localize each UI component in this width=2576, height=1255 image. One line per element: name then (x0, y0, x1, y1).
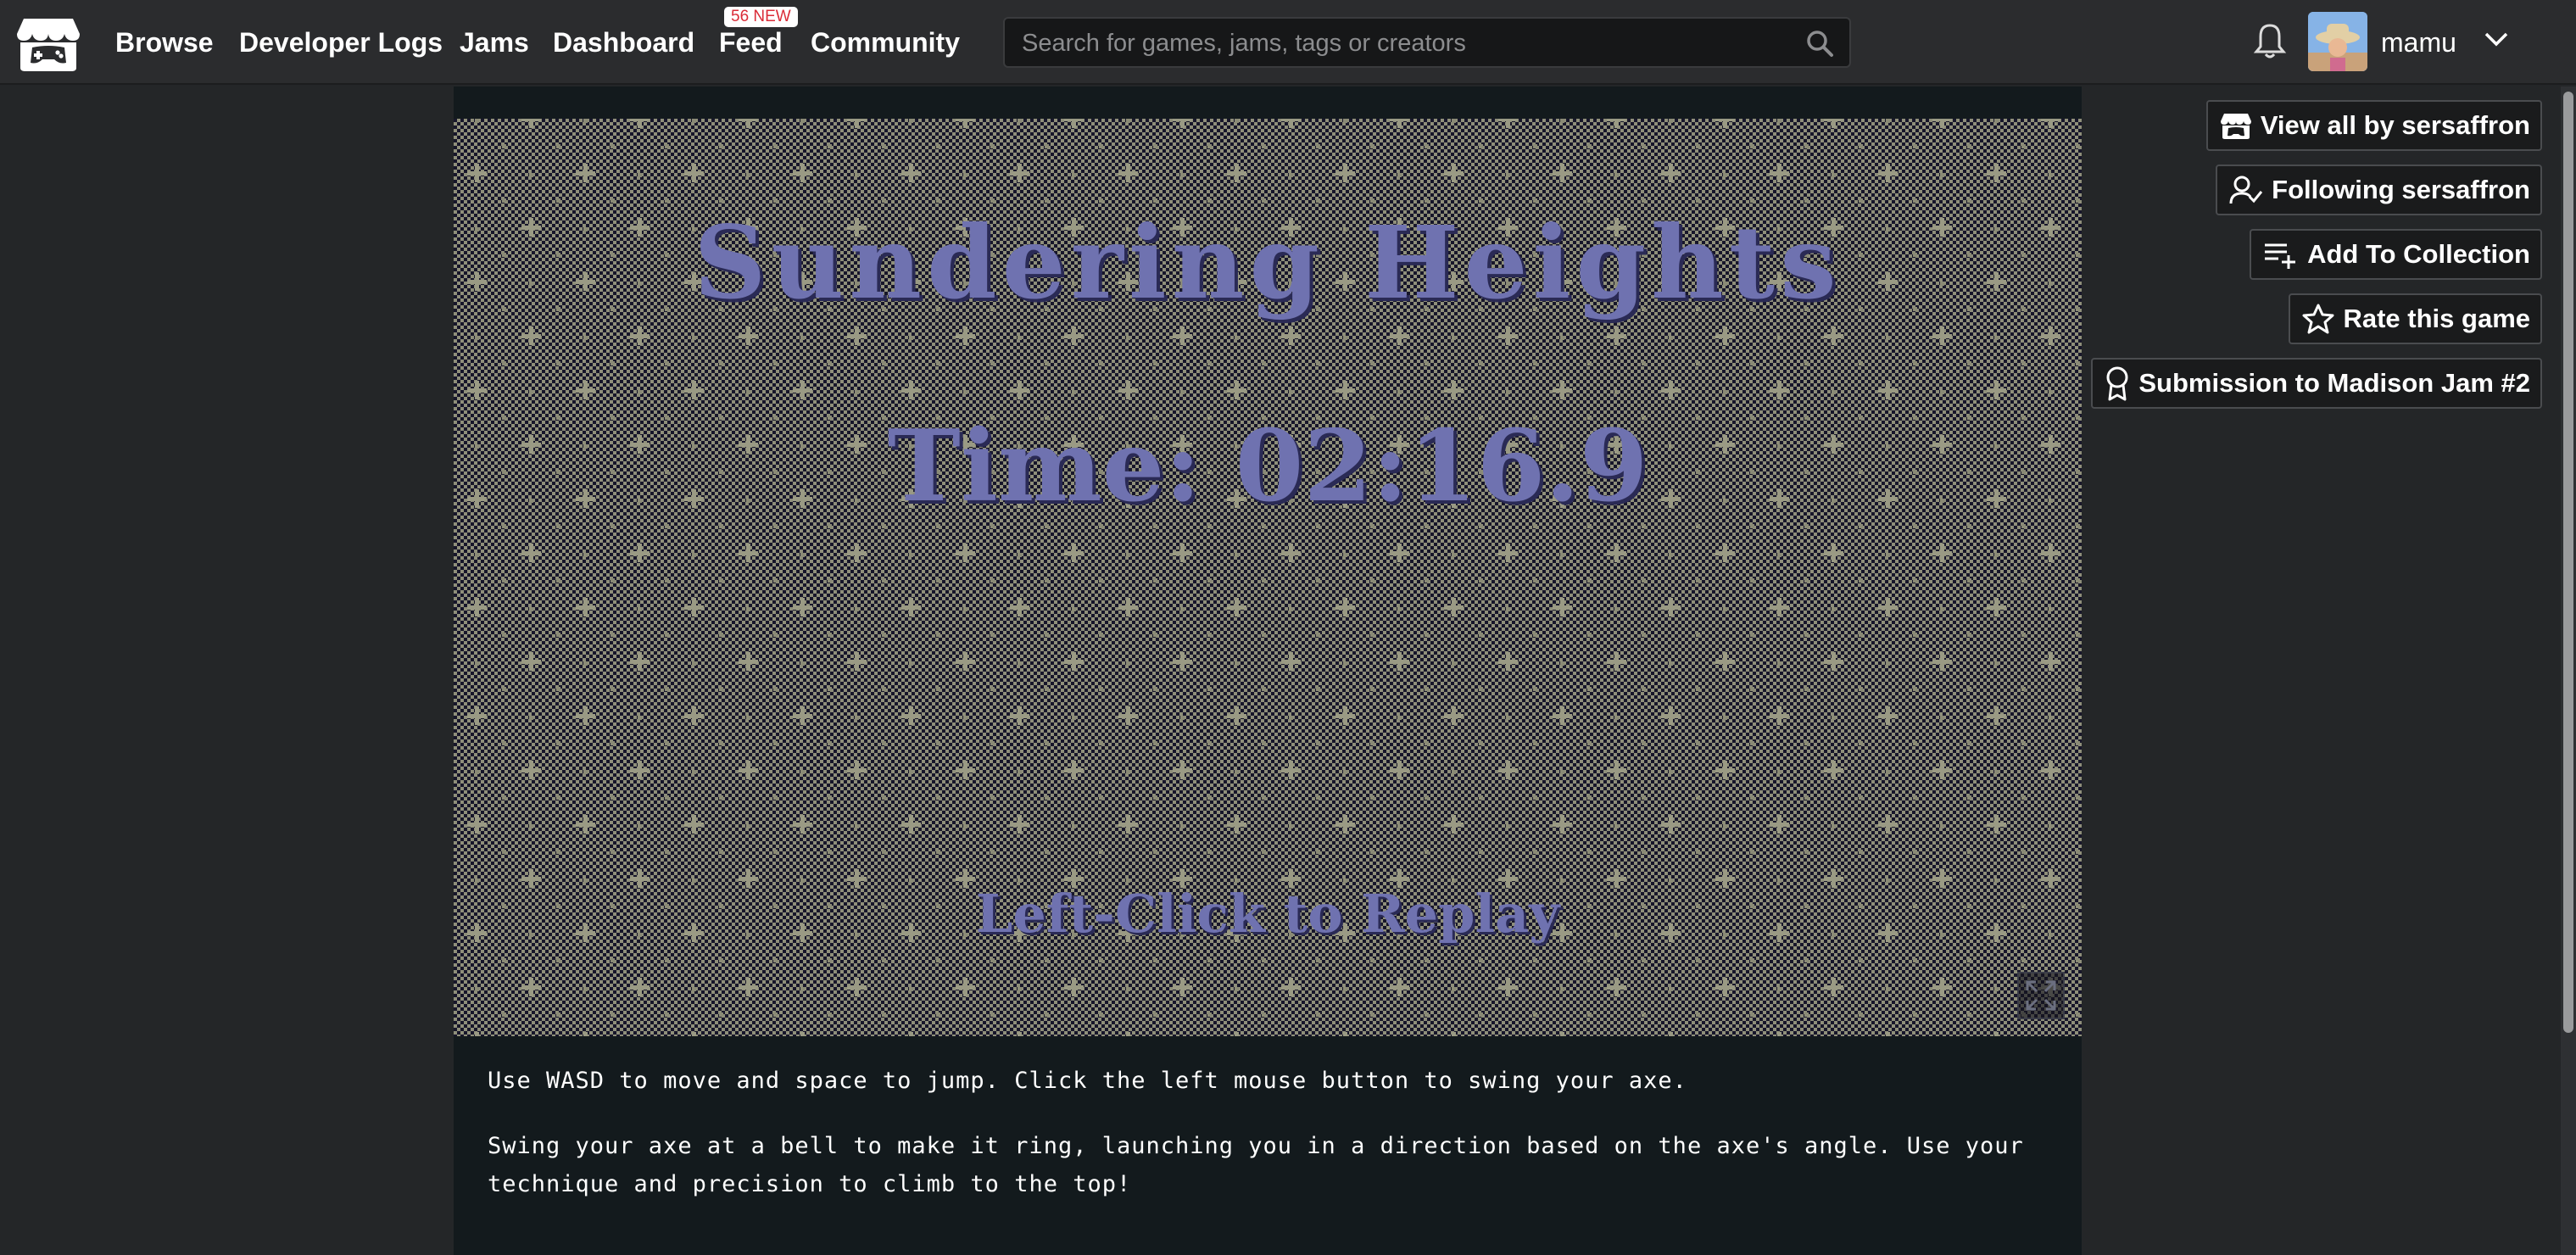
fullscreen-icon (2026, 980, 2056, 1011)
itchio-logo-icon (2220, 114, 2251, 139)
nav-feed[interactable]: Feed (719, 25, 783, 59)
add-to-collection-button[interactable]: Add To Collection (2250, 229, 2542, 280)
user-check-icon (2229, 176, 2263, 204)
game-title-text: Sundering Heights (694, 204, 1842, 321)
jam-submission-button[interactable]: Submission to Madison Jam #2 (2091, 358, 2542, 409)
rate-game-button[interactable]: Rate this game (2289, 293, 2542, 344)
nav-browse[interactable]: Browse (115, 25, 214, 59)
nav-jams[interactable]: Jams (460, 25, 529, 59)
page-scrollbar-thumb[interactable] (2563, 92, 2573, 1033)
description-controls: Use WASD to move and space to jump. Clic… (488, 1068, 1687, 1094)
description-gameplay: Swing your axe at a bell to make it ring… (488, 1133, 2024, 1197)
following-label: Following sersaffron (2272, 175, 2530, 204)
view-all-by-creator-button[interactable]: View all by sersaffron (2205, 100, 2542, 151)
user-avatar[interactable] (2308, 12, 2367, 71)
star-icon (2302, 304, 2334, 334)
game-canvas[interactable]: Sundering Heights Time: 02:16.9 Left-Cli… (454, 119, 2082, 1036)
search-box (1003, 17, 1851, 68)
following-creator-button[interactable]: Following sersaffron (2216, 165, 2542, 215)
search-input[interactable] (1020, 19, 1787, 68)
add-to-collection-label: Add To Collection (2307, 239, 2530, 269)
username[interactable]: mamu (2381, 25, 2456, 59)
jam-submission-label: Submission to Madison Jam #2 (2138, 368, 2530, 398)
search-icon[interactable] (1805, 29, 1834, 58)
notifications-bell-icon[interactable] (2251, 20, 2289, 61)
add-list-icon (2265, 243, 2296, 269)
award-ribbon-icon (2106, 366, 2128, 401)
feed-new-badge: 56 NEW (724, 7, 798, 27)
game-description: Use WASD to move and space to jump. Clic… (488, 1062, 2048, 1230)
view-all-label: View all by sersaffron (2260, 110, 2530, 140)
itchio-logo-icon[interactable] (15, 12, 81, 73)
nav-developer-logs[interactable]: Developer Logs (239, 25, 443, 59)
nav-dashboard[interactable]: Dashboard (553, 25, 694, 59)
nav-community[interactable]: Community (811, 25, 960, 59)
chevron-down-icon[interactable] (2483, 27, 2510, 51)
fullscreen-button[interactable] (2017, 972, 2065, 1019)
rate-game-label: Rate this game (2343, 304, 2530, 333)
game-time-display: Time: 02:16.9 (887, 409, 1648, 524)
game-page-column: Sundering Heights Time: 02:16.9 Left-Cli… (454, 86, 2082, 1255)
top-navigation-bar: Browse Developer Logs Jams Dashboard Fee… (0, 0, 2576, 85)
replay-prompt: Left-Click to Replay (975, 883, 1560, 945)
